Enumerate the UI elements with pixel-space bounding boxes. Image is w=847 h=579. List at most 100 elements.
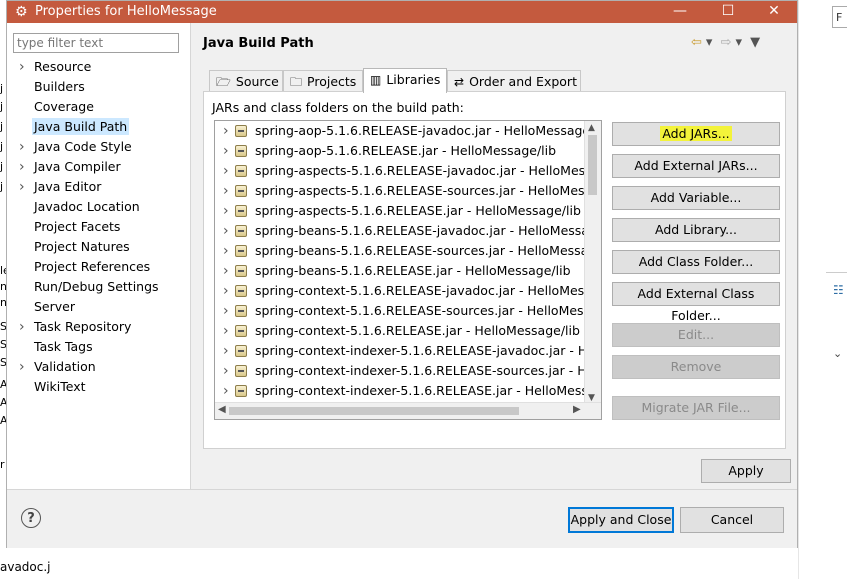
jar-list-item[interactable]: › spring-context-indexer-5.1.6.RELEASE.ja…: [215, 381, 601, 401]
jar-list-item[interactable]: › spring-aop-5.1.6.RELEASE.jar - HelloMes…: [215, 141, 585, 161]
nav-item-label: Task Tags: [34, 339, 93, 354]
nav-item-java-code-style[interactable]: › Java Code Style: [7, 137, 190, 157]
jar-file-icon: [235, 385, 247, 397]
horizontal-scroll-thumb[interactable]: [229, 407, 519, 415]
projects-icon: 🗀: [290, 75, 303, 89]
jar-list-item[interactable]: › spring-context-indexer-5.1.6.RELEASE-ja…: [215, 341, 601, 361]
expand-chevron-icon[interactable]: ›: [223, 381, 229, 401]
jar-list-item[interactable]: › spring-aspects-5.1.6.RELEASE-sources.ja…: [215, 181, 601, 201]
apply-and-close-button[interactable]: Apply and Close: [568, 507, 674, 533]
add-variable-button[interactable]: Add Variable...: [612, 186, 780, 210]
expand-chevron-icon[interactable]: ›: [223, 341, 229, 361]
jar-list-item[interactable]: › spring-beans-5.1.6.RELEASE-sources.jar …: [215, 241, 601, 261]
jar-label: spring-beans-5.1.6.RELEASE.jar - HelloMe…: [255, 263, 571, 278]
vertical-scroll-thumb[interactable]: [588, 135, 597, 195]
scroll-up-icon[interactable]: ▲: [588, 123, 595, 133]
filter-input[interactable]: [13, 33, 179, 53]
jar-label: spring-aspects-5.1.6.RELEASE-javadoc.jar…: [255, 163, 602, 178]
expand-chevron-icon[interactable]: ›: [19, 357, 25, 377]
nav-item-task-tags[interactable]: Task Tags: [7, 337, 190, 357]
nav-item-resource[interactable]: › Resource: [7, 57, 190, 77]
expand-chevron-icon[interactable]: ›: [223, 281, 229, 301]
back-dropdown-icon[interactable]: ▾: [706, 35, 713, 50]
tab-source[interactable]: 🗁 Source: [209, 70, 283, 92]
tab-order-and-export[interactable]: ⇄ Order and Export: [447, 70, 581, 92]
add-library-button[interactable]: Add Library...: [612, 218, 780, 242]
jar-label: spring-beans-5.1.6.RELEASE-sources.jar -…: [255, 243, 602, 258]
expand-chevron-icon[interactable]: ›: [223, 221, 229, 241]
nav-item-java-build-path[interactable]: Java Build Path: [7, 117, 190, 137]
maximize-button[interactable]: ☐: [705, 1, 751, 23]
expand-chevron-icon[interactable]: ›: [19, 57, 25, 77]
jar-list-item[interactable]: › spring-aspects-5.1.6.RELEASE-javadoc.ja…: [215, 161, 601, 181]
expand-chevron-icon[interactable]: ›: [19, 317, 25, 337]
add-external-class-folder-button[interactable]: Add External Class Folder...: [612, 282, 780, 323]
help-icon[interactable]: ?: [21, 508, 41, 528]
view-menu-icon[interactable]: ▼: [750, 35, 760, 50]
nav-item-javadoc-location[interactable]: Javadoc Location: [7, 197, 190, 217]
jar-list-item[interactable]: › spring-context-indexer-5.1.6.RELEASE-so…: [215, 361, 601, 381]
forward-arrow-icon[interactable]: ⇨: [721, 35, 732, 50]
close-button[interactable]: ✕: [751, 1, 797, 23]
add-class-folder-button[interactable]: Add Class Folder...: [612, 250, 780, 274]
expand-chevron-icon[interactable]: ›: [223, 361, 229, 381]
nav-item-server[interactable]: Server: [7, 297, 190, 317]
jar-list-item[interactable]: › spring-beans-5.1.6.RELEASE.jar - HelloM…: [215, 261, 585, 281]
expand-chevron-icon[interactable]: ›: [223, 301, 229, 321]
nav-item-run-debug-settings[interactable]: Run/Debug Settings: [7, 277, 190, 297]
expand-chevron-icon[interactable]: ›: [223, 261, 229, 281]
scroll-right-icon[interactable]: ▶: [573, 404, 581, 415]
jar-list-item[interactable]: › spring-aspects-5.1.6.RELEASE.jar - Hell…: [215, 201, 585, 221]
nav-item-wikitext[interactable]: WikiText: [7, 377, 190, 397]
jar-label: spring-context-5.1.6.RELEASE-javadoc.jar…: [255, 283, 602, 298]
expand-chevron-icon[interactable]: ›: [19, 157, 25, 177]
expand-chevron-icon[interactable]: ›: [19, 177, 25, 197]
expand-chevron-icon[interactable]: ›: [223, 141, 229, 161]
jar-list-item[interactable]: › spring-aop-5.1.6.RELEASE-javadoc.jar - …: [215, 121, 601, 141]
migrate-jar-file-button[interactable]: Migrate JAR File...: [612, 396, 780, 420]
minimize-button[interactable]: —: [657, 1, 703, 23]
order-export-icon: ⇄: [454, 75, 465, 89]
jar-label: spring-aspects-5.1.6.RELEASE-sources.jar…: [255, 183, 602, 198]
nav-item-java-editor[interactable]: › Java Editor: [7, 177, 190, 197]
nav-item-validation[interactable]: › Validation: [7, 357, 190, 377]
expand-chevron-icon[interactable]: ›: [223, 241, 229, 261]
background-text-fragment: j: [0, 100, 4, 113]
jar-list-item[interactable]: › spring-context-5.1.6.RELEASE-sources.ja…: [215, 301, 601, 321]
forward-dropdown-icon[interactable]: ▾: [735, 35, 742, 50]
cancel-button[interactable]: Cancel: [680, 507, 784, 533]
edit-button[interactable]: Edit...: [612, 323, 780, 347]
expand-chevron-icon[interactable]: ›: [19, 137, 25, 157]
expand-chevron-icon[interactable]: ›: [223, 121, 229, 141]
tab-libraries[interactable]: ▥ Libraries: [363, 68, 447, 93]
expand-chevron-icon[interactable]: ›: [223, 321, 229, 341]
apply-button[interactable]: Apply: [701, 459, 791, 483]
back-arrow-icon[interactable]: ⇦: [691, 35, 702, 50]
jar-list-item[interactable]: › spring-context-5.1.6.RELEASE.jar - Hell…: [215, 321, 585, 341]
background-text-fragment: r: [0, 458, 5, 471]
expand-chevron-icon[interactable]: ›: [223, 201, 229, 221]
dialog-footer: ? Apply and Close Cancel: [7, 489, 797, 548]
nav-item-project-facets[interactable]: Project Facets: [7, 217, 190, 237]
horizontal-scrollbar[interactable]: ◀ ▶: [215, 402, 601, 419]
tab-projects[interactable]: 🗀 Projects: [283, 70, 363, 92]
add-jars-button[interactable]: Add JARs...: [612, 122, 780, 146]
nav-item-task-repository[interactable]: › Task Repository: [7, 317, 190, 337]
nav-item-label: Javadoc Location: [34, 199, 140, 214]
jar-list-item[interactable]: › spring-beans-5.1.6.RELEASE-javadoc.jar …: [215, 221, 601, 241]
libraries-caption: JARs and class folders on the build path…: [212, 100, 464, 115]
add-external-jars-button[interactable]: Add External JARs...: [612, 154, 780, 178]
nav-item-coverage[interactable]: Coverage: [7, 97, 190, 117]
remove-button[interactable]: Remove: [612, 355, 780, 379]
jar-list[interactable]: › spring-aop-5.1.6.RELEASE-javadoc.jar - …: [214, 120, 602, 420]
nav-item-builders[interactable]: Builders: [7, 77, 190, 97]
nav-item-java-compiler[interactable]: › Java Compiler: [7, 157, 190, 177]
nav-item-project-natures[interactable]: Project Natures: [7, 237, 190, 257]
nav-item-label: Project Facets: [34, 219, 121, 234]
expand-chevron-icon[interactable]: ›: [223, 161, 229, 181]
expand-chevron-icon[interactable]: ›: [223, 181, 229, 201]
vertical-scrollbar[interactable]: ▲ ▼: [584, 121, 601, 405]
scroll-left-icon[interactable]: ◀: [218, 404, 226, 415]
nav-item-project-references[interactable]: Project References: [7, 257, 190, 277]
jar-list-item[interactable]: › spring-context-5.1.6.RELEASE-javadoc.ja…: [215, 281, 601, 301]
